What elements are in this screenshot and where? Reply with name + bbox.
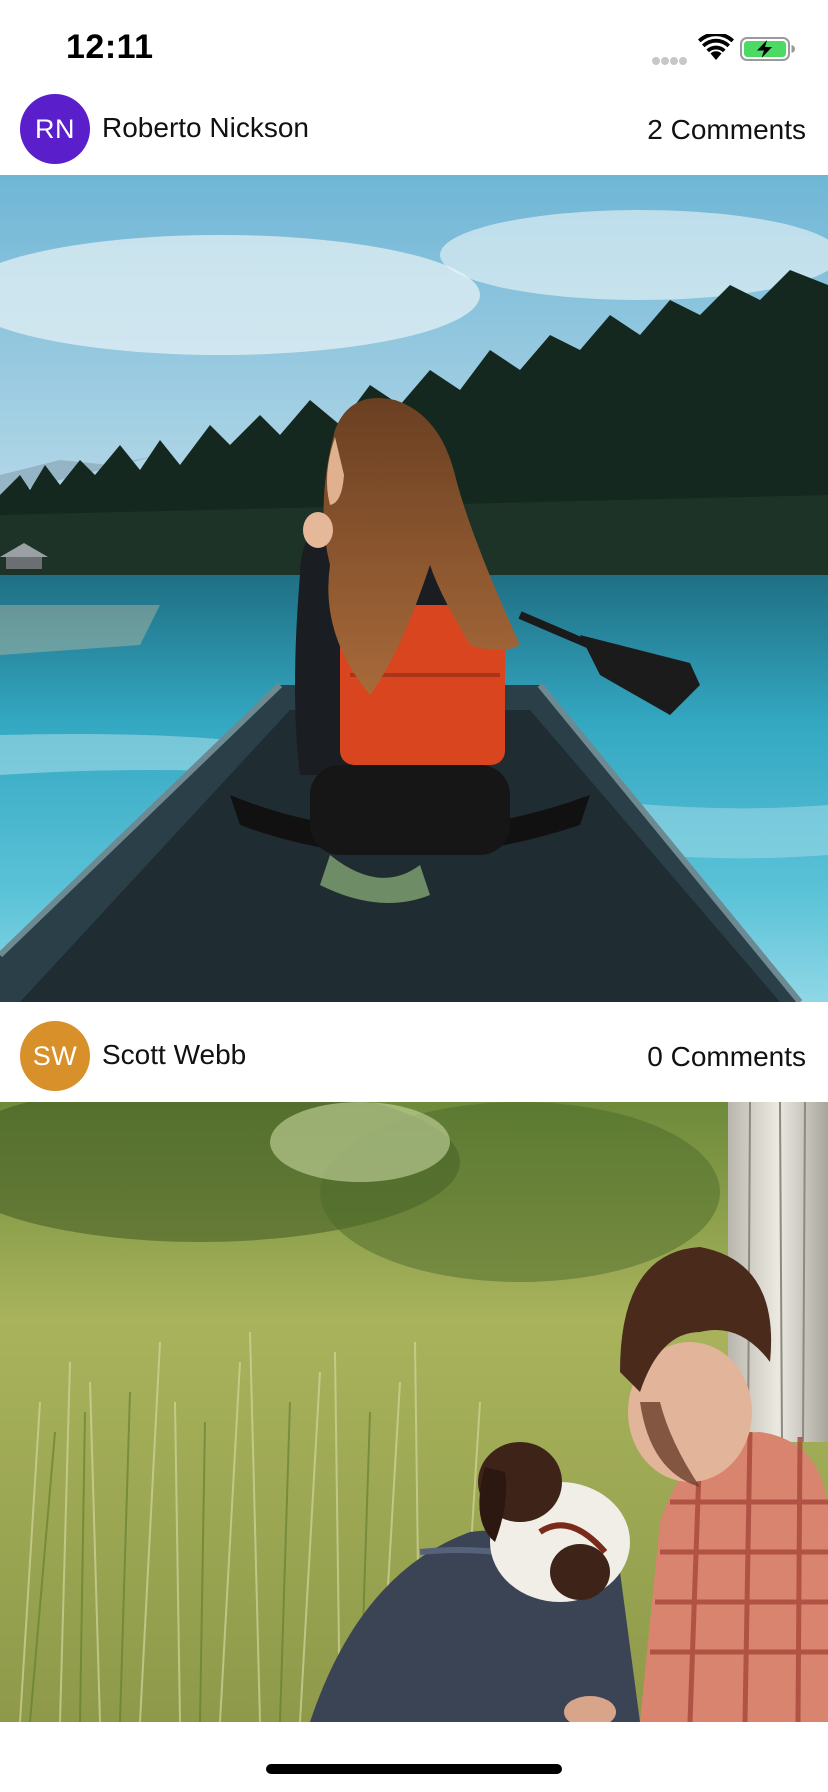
avatar[interactable]: SW xyxy=(20,1021,90,1091)
status-time: 12:11 xyxy=(66,28,154,66)
avatar-initials: SW xyxy=(32,1040,78,1071)
wifi-icon xyxy=(698,34,734,60)
post-photo[interactable] xyxy=(0,175,828,1002)
author-name[interactable]: Scott Webb xyxy=(102,1039,246,1071)
canoe-lake-photo xyxy=(0,175,828,1002)
post-photo[interactable] xyxy=(0,1102,828,1722)
avatar-initials: RN xyxy=(35,113,75,144)
status-bar: 12:11 xyxy=(0,0,828,88)
avatar[interactable]: RN xyxy=(20,94,90,164)
app-screen: 12:11 RN Roberto Nickson 2 Comments SW S… xyxy=(0,0,828,1792)
author-name[interactable]: Roberto Nickson xyxy=(102,112,309,144)
post-header: RN Roberto Nickson 2 Comments xyxy=(0,80,828,168)
battery-charging-icon xyxy=(740,37,795,61)
post-header: SW Scott Webb 0 Comments xyxy=(0,1007,828,1095)
home-indicator[interactable] xyxy=(266,1764,562,1774)
comment-count[interactable]: 2 Comments xyxy=(647,114,806,146)
cellular-signal-icon xyxy=(652,52,692,65)
man-dog-grass-photo xyxy=(0,1102,828,1722)
comment-count[interactable]: 0 Comments xyxy=(647,1041,806,1073)
